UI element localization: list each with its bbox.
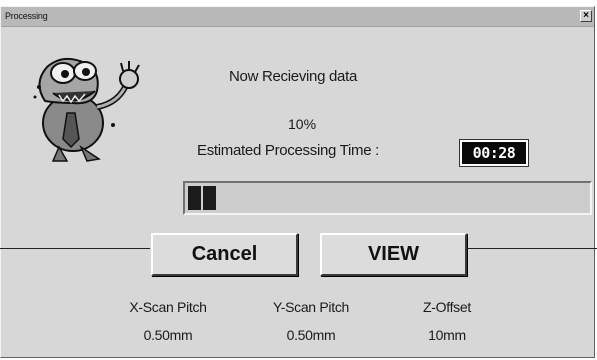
estimated-time-value: 00:28 [459,139,529,167]
status-message: Now Recieving data [229,68,358,85]
progress-bar-fill [188,186,216,210]
progress-block [203,186,216,210]
callout-line-left [0,248,150,249]
title-bar: Processing × [1,7,594,27]
callout-line-right [467,248,597,249]
progress-percent: 10% [288,116,317,132]
x-scan-pitch-label: X-Scan Pitch [129,299,207,315]
processing-dialog: Processing × Now Recieving data 10% Esti… [0,6,595,358]
progress-bar [183,181,592,215]
close-icon[interactable]: × [580,10,592,22]
view-button[interactable]: VIEW [320,233,467,276]
estimated-time-label: Estimated Processing Time : [197,142,379,159]
y-scan-pitch-value: 0.50mm [286,327,336,343]
z-offset-label: Z-Offset [423,299,471,315]
window-title: Processing [5,11,48,21]
z-offset-value: 10mm [428,327,466,343]
page: Processing × Now Recieving data 10% Esti… [0,0,597,360]
progress-block [188,186,201,210]
cartoon-mascot-icon [33,57,140,162]
y-scan-pitch-label: Y-Scan Pitch [272,299,350,315]
x-scan-pitch-value: 0.50mm [143,327,193,343]
cancel-button[interactable]: Cancel [151,233,298,276]
